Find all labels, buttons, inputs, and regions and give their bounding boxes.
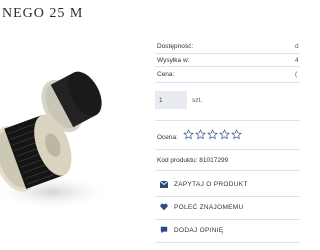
divider bbox=[155, 66, 300, 67]
divider bbox=[155, 170, 300, 171]
shipping-label: Wysyłka w: bbox=[157, 57, 190, 64]
product-photo bbox=[0, 71, 112, 210]
rating-label: Ocena: bbox=[157, 134, 178, 141]
divider bbox=[155, 149, 300, 150]
product-code-label: Kod produktu: bbox=[157, 157, 198, 164]
product-image[interactable] bbox=[0, 34, 126, 216]
quantity-input[interactable] bbox=[155, 91, 187, 109]
star-icon[interactable] bbox=[207, 129, 218, 140]
product-code-value: 81017299 bbox=[199, 157, 229, 164]
envelope-icon bbox=[160, 180, 168, 188]
divider bbox=[155, 120, 300, 121]
ask-about-product-button[interactable]: ZAPYTAJ O PRODUKT bbox=[155, 174, 300, 194]
product-code: Kod produktu: 81017299 bbox=[157, 157, 228, 164]
recommend-label: POLEĆ ZNAJOMEMU bbox=[174, 203, 244, 211]
star-icon[interactable] bbox=[231, 129, 242, 140]
comment-icon bbox=[160, 226, 168, 234]
availability-label: Dostępność: bbox=[157, 43, 194, 50]
divider bbox=[155, 242, 300, 243]
add-review-label: DODAJ OPINIĘ bbox=[174, 226, 224, 234]
price-value: ( bbox=[295, 71, 298, 78]
availability-value: d bbox=[295, 43, 299, 50]
rating-stars[interactable] bbox=[183, 129, 242, 140]
ask-about-product-label: ZAPYTAJ O PRODUKT bbox=[174, 180, 248, 188]
shipping-value: 4 bbox=[295, 57, 299, 64]
star-icon[interactable] bbox=[219, 129, 230, 140]
price-label: Cena: bbox=[157, 71, 175, 78]
star-icon[interactable] bbox=[183, 129, 194, 140]
quantity-unit: szt. bbox=[192, 97, 203, 104]
star-icon[interactable] bbox=[195, 129, 206, 140]
recommend-button[interactable]: POLEĆ ZNAJOMEMU bbox=[155, 197, 300, 217]
page-title: NEGO 25 M bbox=[2, 6, 84, 21]
heart-icon bbox=[160, 203, 168, 211]
divider bbox=[155, 82, 300, 83]
divider bbox=[155, 53, 300, 54]
add-review-button[interactable]: DODAJ OPINIĘ bbox=[155, 220, 300, 240]
